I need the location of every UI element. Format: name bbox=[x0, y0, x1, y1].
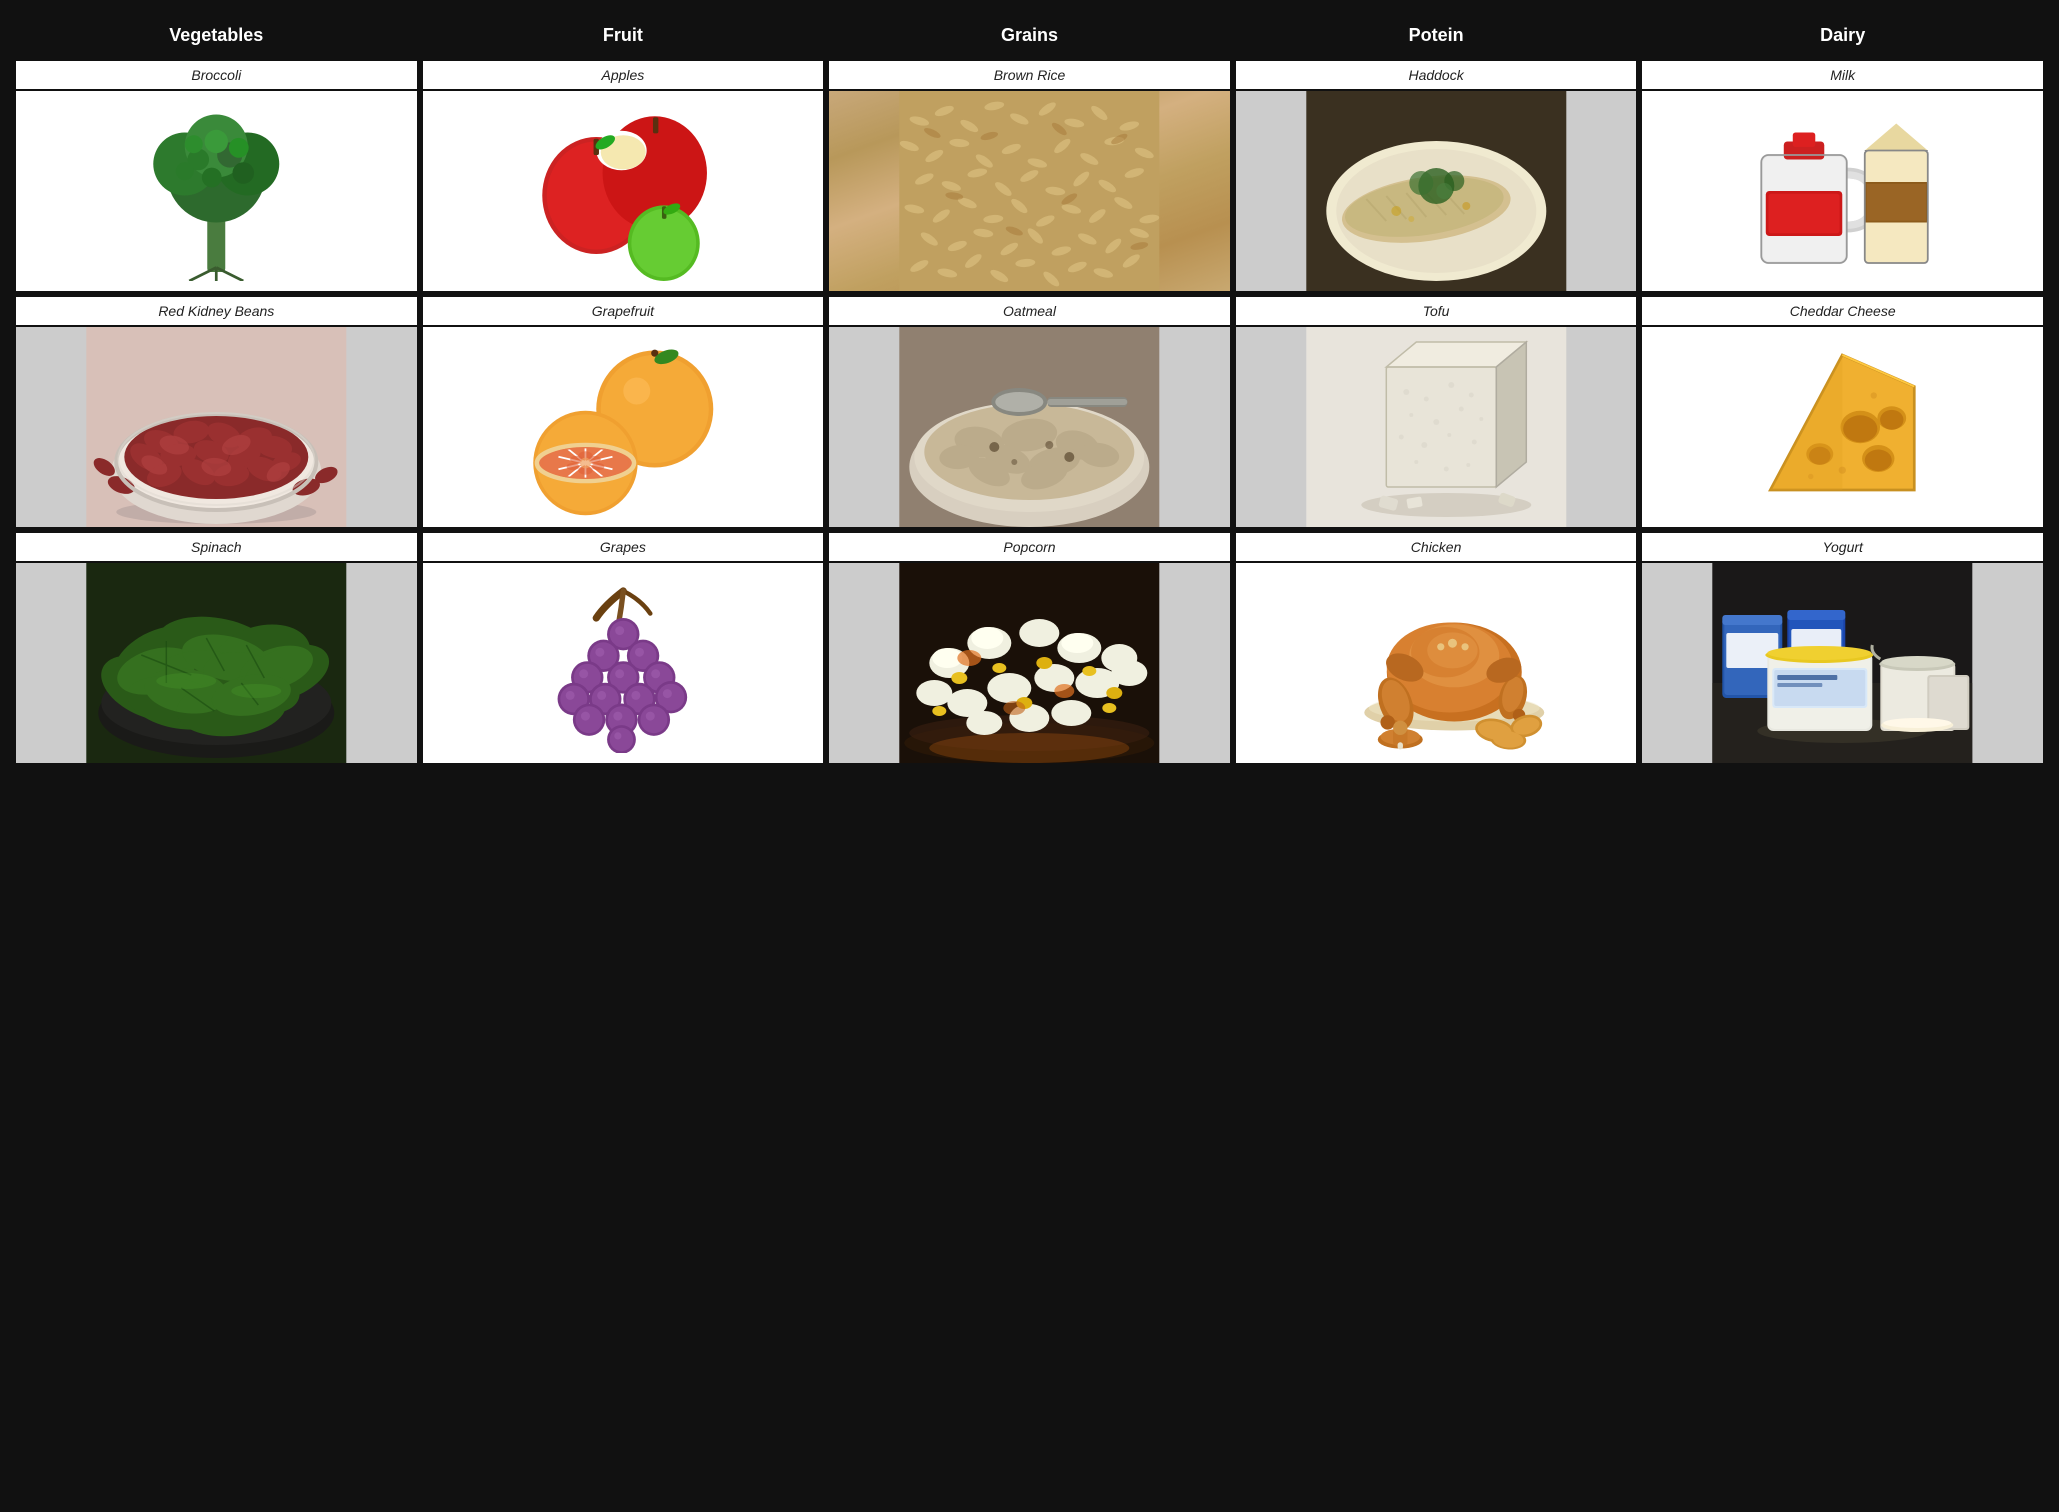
cell-broccoli: Broccoli bbox=[13, 58, 420, 294]
image-haddock bbox=[1236, 91, 1637, 291]
label-kidney-beans: Red Kidney Beans bbox=[16, 297, 417, 327]
label-cheddar: Cheddar Cheese bbox=[1642, 297, 2043, 327]
cell-oatmeal: Oatmeal bbox=[826, 294, 1233, 530]
image-brown-rice bbox=[829, 91, 1230, 291]
cell-brown-rice: Brown Rice bbox=[826, 58, 1233, 294]
image-milk bbox=[1642, 91, 2043, 291]
cell-tofu: Tofu bbox=[1233, 294, 1640, 530]
label-grapes: Grapes bbox=[423, 533, 824, 563]
label-yogurt: Yogurt bbox=[1642, 533, 2043, 563]
cell-yogurt: Yogurt bbox=[1639, 530, 2046, 766]
image-broccoli bbox=[16, 91, 417, 291]
label-brown-rice: Brown Rice bbox=[829, 61, 1230, 91]
image-tofu bbox=[1236, 327, 1637, 527]
cell-milk: Milk bbox=[1639, 58, 2046, 294]
cell-chicken: Chicken bbox=[1233, 530, 1640, 766]
label-broccoli: Broccoli bbox=[16, 61, 417, 91]
image-kidney-beans bbox=[16, 327, 417, 527]
food-grid: Vegetables Fruit Grains Potein Dairy Bro… bbox=[10, 10, 2049, 769]
cell-grapes: Grapes bbox=[420, 530, 827, 766]
cell-grapefruit: Grapefruit bbox=[420, 294, 827, 530]
label-chicken: Chicken bbox=[1236, 533, 1637, 563]
image-grapes bbox=[423, 563, 824, 763]
cell-haddock: Haddock bbox=[1233, 58, 1640, 294]
col-header-fruit: Fruit bbox=[420, 13, 827, 58]
cell-popcorn: Popcorn bbox=[826, 530, 1233, 766]
image-grapefruit bbox=[423, 327, 824, 527]
image-chicken bbox=[1236, 563, 1637, 763]
label-milk: Milk bbox=[1642, 61, 2043, 91]
image-apples bbox=[423, 91, 824, 291]
cell-spinach: Spinach bbox=[13, 530, 420, 766]
label-oatmeal: Oatmeal bbox=[829, 297, 1230, 327]
cell-kidney-beans: Red Kidney Beans bbox=[13, 294, 420, 530]
label-tofu: Tofu bbox=[1236, 297, 1637, 327]
image-spinach bbox=[16, 563, 417, 763]
label-apples: Apples bbox=[423, 61, 824, 91]
label-spinach: Spinach bbox=[16, 533, 417, 563]
col-header-dairy: Dairy bbox=[1639, 13, 2046, 58]
cell-cheddar: Cheddar Cheese bbox=[1639, 294, 2046, 530]
col-header-protein: Potein bbox=[1233, 13, 1640, 58]
label-popcorn: Popcorn bbox=[829, 533, 1230, 563]
cell-apples: Apples bbox=[420, 58, 827, 294]
image-cheddar bbox=[1642, 327, 2043, 527]
label-haddock: Haddock bbox=[1236, 61, 1637, 91]
label-grapefruit: Grapefruit bbox=[423, 297, 824, 327]
col-header-grains: Grains bbox=[826, 13, 1233, 58]
image-oatmeal bbox=[829, 327, 1230, 527]
image-yogurt bbox=[1642, 563, 2043, 763]
image-popcorn bbox=[829, 563, 1230, 763]
col-header-vegetables: Vegetables bbox=[13, 13, 420, 58]
